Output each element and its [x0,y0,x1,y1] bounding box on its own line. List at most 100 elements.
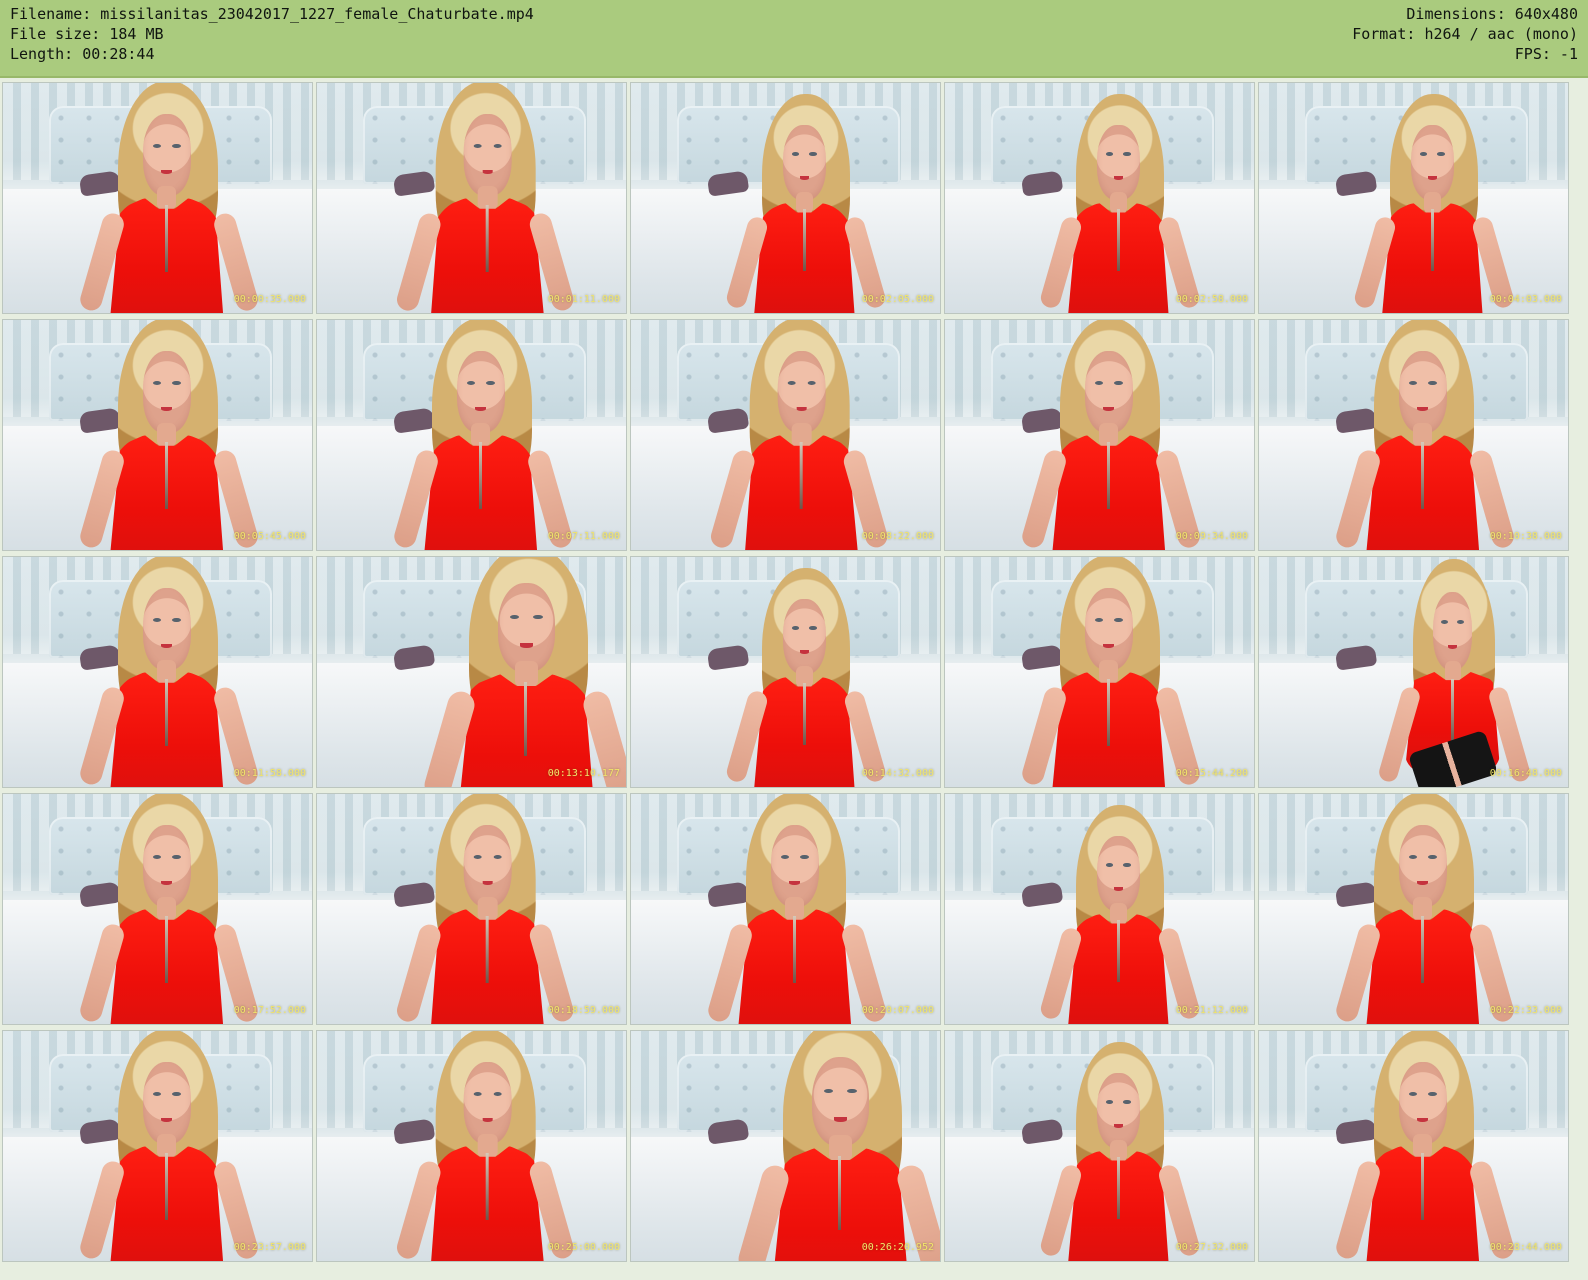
timestamp-label: 00:13:10.177 [547,768,620,779]
video-thumbnail: 00:26:20.952 [630,1030,941,1262]
dress-zipper [1421,442,1425,510]
dress-zipper [165,442,169,510]
timestamp-label: 00:26:20.952 [861,1242,934,1253]
eye-left [492,1091,502,1096]
face [1398,1062,1447,1144]
eye-left [466,380,475,385]
face [462,825,512,907]
timestamp-label: 00:16:48.000 [1489,768,1562,779]
person-figure [1019,557,1203,787]
mouth [481,169,493,174]
eye-right [809,626,817,631]
dress-zipper [1107,442,1111,510]
person-figure [77,320,261,550]
timestamp-label: 00:09:34.000 [1175,531,1248,542]
dress-zipper [1116,1157,1120,1220]
timestamp-label: 00:02:05.000 [861,294,934,305]
timestamp-label: 00:17:52.000 [233,1005,306,1016]
video-thumbnail: 00:07:11.000 [316,319,627,551]
dress-zipper [1421,1153,1425,1221]
mouth [795,406,807,411]
eye-right [1114,380,1123,385]
video-thumbnail: 00:05:45.000 [2,319,313,551]
person-figure [1039,1040,1202,1261]
eye-left [1094,380,1103,385]
video-thumbnail: 00:15:44.200 [944,556,1255,788]
mouth [1427,176,1437,181]
eye-left [780,854,789,859]
dimensions-text: Dimensions: 640x480 [1406,5,1578,23]
dress-zipper [1451,678,1455,744]
eye-right [172,143,181,148]
eye-right [809,152,817,157]
face [1084,351,1133,433]
eye-right [1114,617,1123,622]
person-figure [393,1031,577,1261]
dress-zipper [165,205,169,273]
face [1398,825,1447,907]
fps-text: FPS: -1 [1514,45,1578,63]
timestamp-label: 00:04:03.000 [1489,294,1562,305]
face [1096,125,1140,201]
eye-right [1428,380,1437,385]
video-thumbnail: 00:17:52.000 [2,793,313,1025]
person-figure [1039,803,1202,1024]
person-figure [1353,92,1516,313]
dress-zipper [793,916,797,984]
face [142,588,191,670]
dress-zipper [165,1153,169,1221]
video-thumbnail: 00:02:58.000 [944,82,1255,314]
person-figure [1019,320,1203,550]
video-thumbnail: 00:01:11.000 [316,82,627,314]
dress-zipper [524,682,528,756]
video-thumbnail: 00:14:32.000 [630,556,941,788]
timestamp-label: 00:15:44.200 [1175,768,1248,779]
video-thumbnail: 00:10:38.000 [1258,319,1569,551]
eye-right [533,614,544,620]
mouth [1113,176,1123,181]
person-figure [421,557,626,787]
timestamp-label: 00:07:11.000 [547,531,620,542]
person-figure [1333,1031,1517,1261]
dress-zipper [479,442,483,510]
mouth [1417,880,1428,885]
thumbnail-grid: 00:00:35.000 00:01:11.000 00:02:05.000 0… [2,82,1586,1278]
mouth [1103,406,1114,411]
face [782,599,826,675]
timestamp-label: 00:28:44.000 [1489,1242,1562,1253]
person-figure [393,83,577,313]
length-text: Length: 00:28:44 [10,45,155,63]
face [811,1056,870,1146]
timestamp-label: 00:00:35.000 [233,294,306,305]
person-figure [393,794,577,1024]
mouth [161,406,172,411]
eye-left [152,380,161,385]
video-thumbnail: 00:00:35.000 [2,82,313,314]
eye-left [1094,617,1103,622]
eye-right [1123,1100,1131,1105]
timestamp-label: 00:02:58.000 [1175,294,1248,305]
dress-zipper [485,916,489,984]
eye-left [152,1091,161,1096]
video-thumbnail: 00:25:00.000 [316,1030,627,1262]
video-thumbnail: 00:27:32.000 [944,1030,1255,1262]
timestamp-label: 00:23:57.000 [233,1242,306,1253]
dress-zipper [485,205,489,273]
timestamp-label: 00:25:00.000 [547,1242,620,1253]
timestamp-label: 00:10:38.000 [1489,531,1562,542]
mouth [834,1117,847,1122]
eye-right [473,854,482,859]
eye-right [172,1091,181,1096]
eye-left [152,617,161,622]
eye-right [473,1091,482,1096]
face [1084,588,1133,670]
mouth [1417,406,1428,411]
mouth [161,880,172,885]
eye-left [1105,152,1114,157]
mouth [799,650,809,655]
dress-zipper [799,442,803,510]
person-figure [77,557,261,787]
person-figure [77,83,261,313]
eye-right [172,617,181,622]
mouth [520,643,533,648]
